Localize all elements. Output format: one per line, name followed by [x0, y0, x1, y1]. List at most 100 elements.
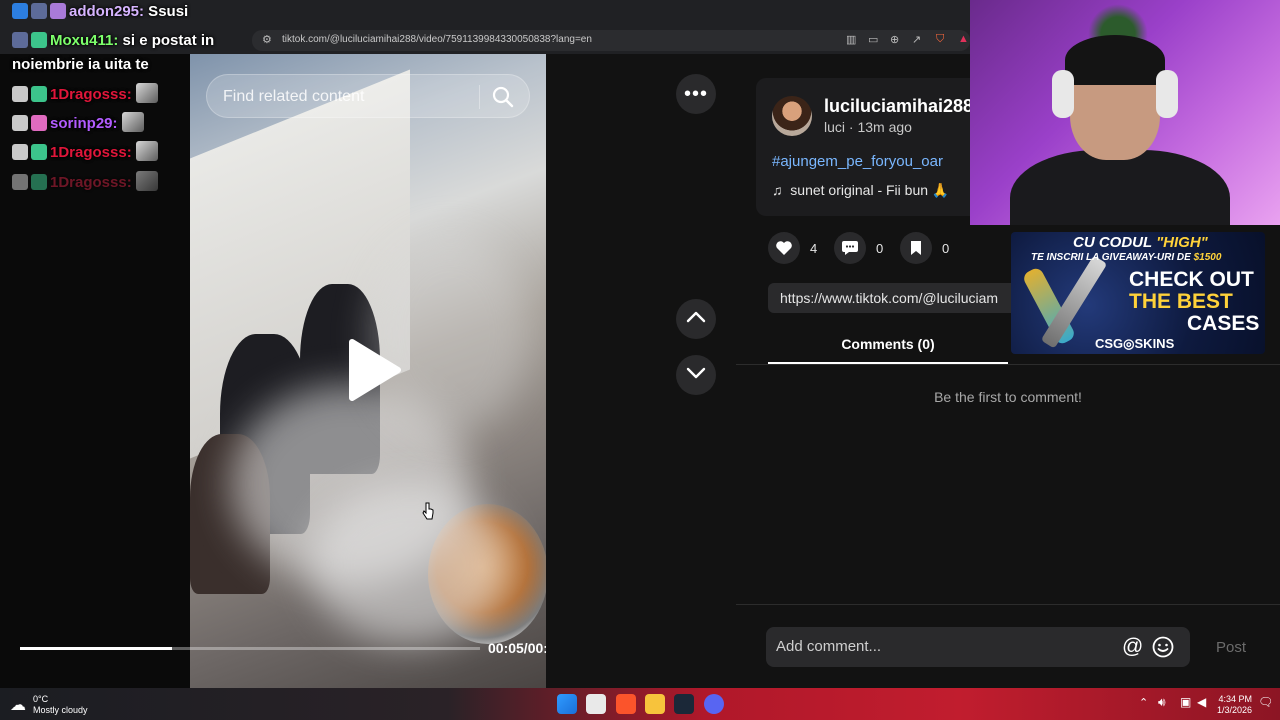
windows-taskbar: ☁ 0°C Mostly cloudy ⌃ 🔊︎ ▣ ◀ 4:34 PM 1/3… — [0, 688, 1280, 720]
chat-username: addon295: — [69, 3, 145, 20]
video-link-text: https://www.tiktok.com/@luciluciam — [780, 290, 999, 306]
chat-message: addon295: Ssusi — [12, 3, 188, 20]
bookmark-icon[interactable] — [900, 232, 932, 264]
comment-count: 0 — [876, 240, 884, 256]
speaker-icon[interactable]: 🔊︎ — [1158, 695, 1166, 710]
chat-badge-icon — [50, 3, 66, 19]
discord-icon[interactable] — [704, 694, 724, 714]
network-icon[interactable]: ▣ — [1180, 695, 1191, 709]
zoom-icon[interactable]: ⊕ — [890, 33, 899, 46]
rewards-icon[interactable]: ▲ — [958, 33, 969, 45]
weather-icon[interactable]: ☁ — [10, 695, 26, 715]
video-progress-bar[interactable] — [20, 647, 480, 650]
chat-badge-icon — [12, 86, 28, 102]
emoji-icon[interactable] — [1152, 636, 1174, 663]
webcam-headphone — [1156, 70, 1178, 118]
chat-badge-icon — [31, 32, 47, 48]
weather-temp[interactable]: 0°C — [33, 694, 48, 704]
search-placeholder: Find related content — [223, 88, 365, 105]
tab-divider — [736, 364, 1280, 365]
save-action[interactable]: 0 — [900, 232, 949, 264]
video-frame-smoke — [310, 484, 510, 644]
reader-icon[interactable]: ▥ — [846, 33, 856, 46]
chat-emote — [135, 171, 158, 191]
heart-icon[interactable] — [768, 232, 800, 264]
steam-icon[interactable] — [674, 694, 694, 714]
save-count: 0 — [942, 240, 950, 256]
share-icon[interactable]: ↗ — [912, 33, 921, 46]
chevron-up-icon — [686, 310, 706, 328]
mention-icon[interactable]: @ — [1122, 635, 1143, 659]
chat-badge-icon — [12, 115, 28, 131]
notification-icon[interactable]: 🗨︎ — [1258, 695, 1273, 709]
volume-tray-icon[interactable]: ◀ — [1197, 695, 1206, 709]
chat-message: 1Dragosss: — [12, 83, 158, 103]
webcam-overlay — [970, 0, 1280, 225]
ad-line-3: CHECK OUT — [1129, 268, 1254, 291]
ad-line-2-b: $1500 — [1193, 252, 1222, 263]
chevron-up-icon[interactable]: ⌃ — [1139, 696, 1148, 709]
brave-browser-icon[interactable] — [616, 694, 636, 714]
like-action[interactable]: 4 — [768, 232, 817, 264]
chat-message: 1Dragosss: — [12, 141, 158, 161]
previous-video-button[interactable] — [676, 299, 716, 339]
ad-line-1: CU CODUL "HIGH" — [1073, 234, 1208, 251]
music-note-icon: ♫ — [772, 182, 791, 198]
comment-input[interactable]: Add comment... @ — [766, 627, 1190, 667]
screen: ⚙ tiktok.com/@luciluciamihai288/video/75… — [0, 0, 1280, 720]
ad-line-2-a: TE INSCRII LA GIVEAWAY-URI DE — [1031, 252, 1194, 263]
file-explorer-icon[interactable] — [645, 694, 665, 714]
chat-username: 1Dragosss: — [50, 174, 132, 191]
chat-text: si e postat in — [118, 32, 215, 49]
ad-line-2: TE INSCRII LA GIVEAWAY-URI DE $1500 — [1031, 252, 1221, 263]
more-icon: ••• — [683, 83, 708, 105]
site-settings-icon[interactable]: ⚙ — [262, 33, 272, 46]
ad-line-1-b: "HIGH" — [1156, 234, 1208, 251]
clock-date[interactable]: 1/3/2026 — [1212, 705, 1252, 715]
author-subtitle: luci · 13m ago — [824, 119, 912, 135]
chat-username: Moxu411: — [50, 32, 119, 49]
tab-comments[interactable]: Comments (0) — [768, 336, 1008, 352]
hashtag-link[interactable]: #ajungem_pe_foryou_oar — [772, 153, 943, 170]
video-link-field[interactable]: https://www.tiktok.com/@luciluciam — [768, 283, 1018, 313]
comment-divider — [736, 604, 1280, 605]
chat-badge-icon — [31, 115, 47, 131]
like-count: 4 — [810, 240, 818, 256]
video-progress-fill — [20, 647, 172, 650]
ad-line-5: CASES — [1187, 312, 1260, 335]
weather-desc[interactable]: Mostly cloudy — [33, 705, 88, 715]
comment-action[interactable]: 0 — [834, 232, 883, 264]
music-info[interactable]: ♫ sunet original - Fii bun 🙏 — [772, 182, 949, 199]
sponsor-ad-banner: CU CODUL "HIGH" TE INSCRII LA GIVEAWAY-U… — [1011, 232, 1265, 354]
more-options-button[interactable]: ••• — [676, 74, 716, 114]
picture-in-picture-icon[interactable]: ▭ — [868, 33, 878, 46]
chat-text: Ssusi — [144, 3, 189, 20]
find-related-search[interactable]: Find related content — [206, 74, 530, 118]
chat-badge-icon — [31, 3, 47, 19]
chat-badge-icon — [31, 144, 47, 160]
ad-brand: CSG◎SKINS — [1095, 336, 1175, 351]
chat-badge-icon — [12, 144, 28, 160]
start-icon[interactable] — [557, 694, 577, 714]
webcam-body — [1010, 150, 1230, 225]
chevron-down-icon — [686, 366, 706, 384]
chat-badge-icon — [31, 174, 47, 190]
address-bar[interactable]: ⚙ tiktok.com/@luciluciamihai288/video/75… — [252, 30, 970, 51]
comment-icon[interactable] — [834, 232, 866, 264]
task-view-icon[interactable] — [586, 694, 606, 714]
search-divider — [479, 85, 480, 109]
post-button[interactable]: Post — [1216, 639, 1246, 656]
avatar[interactable] — [772, 96, 812, 136]
search-icon[interactable] — [492, 86, 514, 113]
brave-shield-icon[interactable]: ⛉ — [936, 33, 944, 46]
author-name[interactable]: luciluciamihai288 — [824, 96, 973, 117]
chat-emote — [121, 112, 144, 132]
comment-placeholder: Add comment... — [776, 638, 882, 655]
play-icon[interactable] — [346, 338, 402, 402]
chat-emote — [135, 83, 158, 103]
chat-username: 1Dragosss: — [50, 86, 132, 103]
clock-time[interactable]: 4:34 PM — [1216, 694, 1252, 704]
music-title: sunet original - Fii bun 🙏 — [790, 182, 950, 198]
video-frame-smoke — [370, 234, 530, 434]
next-video-button[interactable] — [676, 355, 716, 395]
